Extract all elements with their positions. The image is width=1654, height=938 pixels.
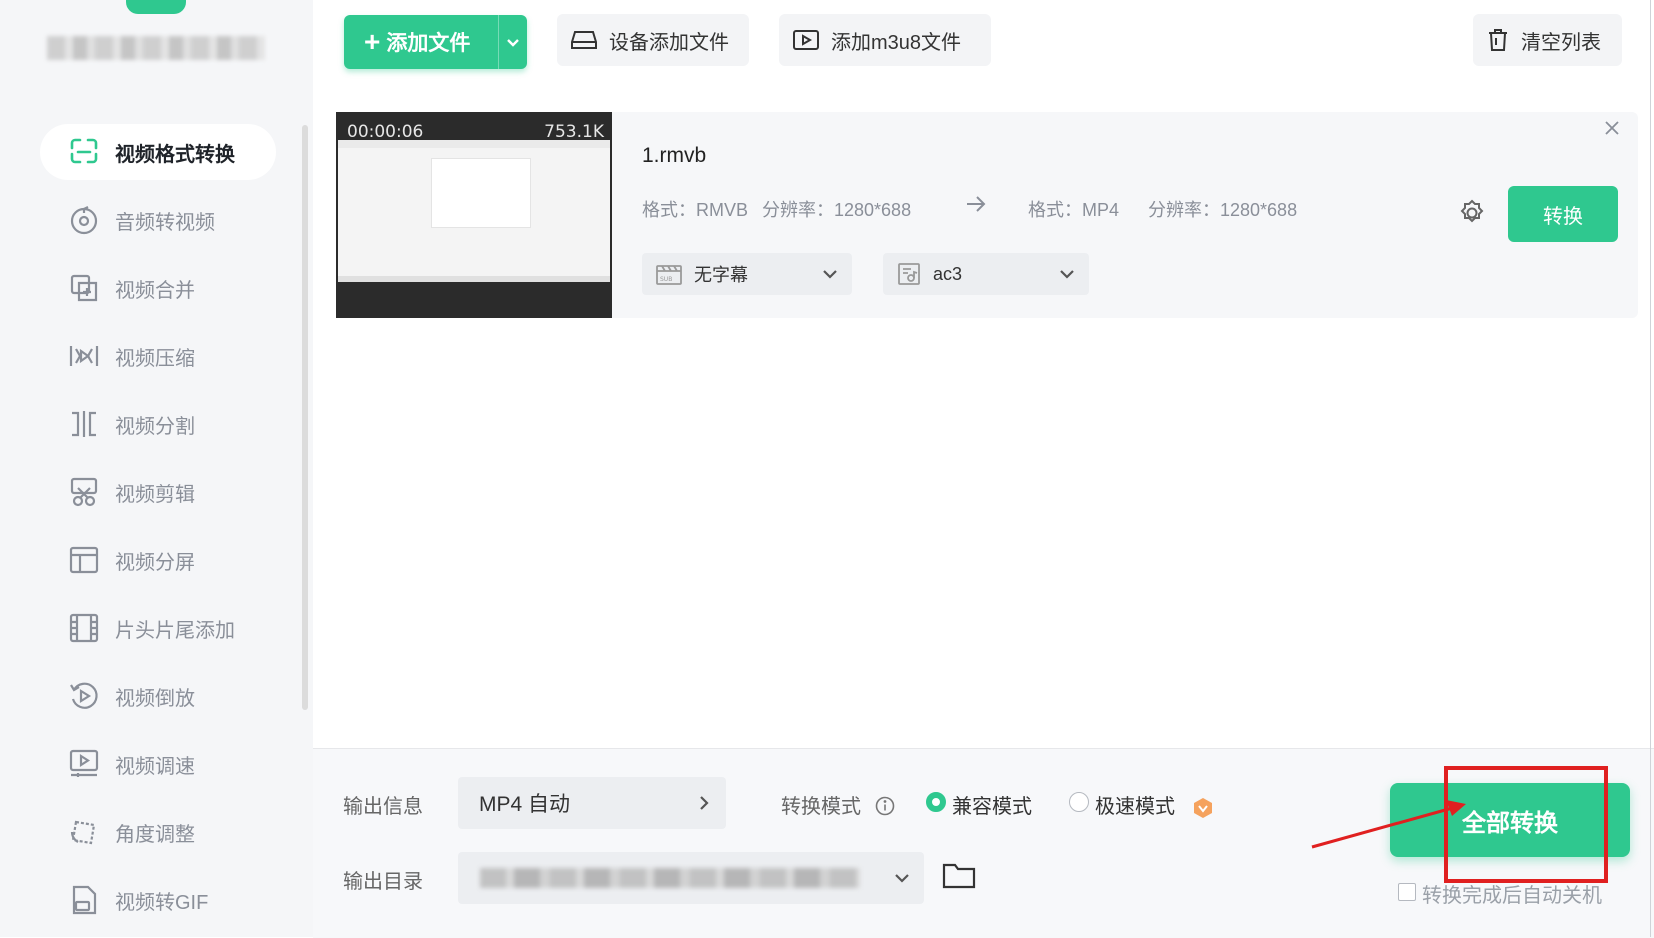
- add-file-label: 添加文件: [386, 32, 471, 55]
- scissors-icon: [67, 475, 101, 509]
- sidebar-item-label: 角度调整: [115, 823, 195, 846]
- sidebar-item-intro-outro[interactable]: 片头片尾添加: [40, 600, 276, 656]
- audio-track-value: ac3: [933, 263, 963, 284]
- sidebar-item-audio-to-video[interactable]: 音频转视频: [40, 192, 276, 248]
- output-dir-select[interactable]: [458, 852, 924, 904]
- vip-badge-icon: [1192, 797, 1214, 819]
- window-edge: [1650, 0, 1651, 937]
- arrow-right-icon: [965, 194, 987, 214]
- settings-gear-icon[interactable]: [1457, 198, 1487, 228]
- target-format: 格式：MP4: [1028, 200, 1120, 220]
- speed-icon: [67, 747, 101, 781]
- sidebar-item-edit[interactable]: 视频剪辑: [40, 464, 276, 520]
- sidebar-item-label: 片头片尾添加: [115, 619, 235, 642]
- sidebar-item-label: 视频分屏: [115, 551, 195, 574]
- add-m3u8-button[interactable]: 添加m3u8文件: [779, 14, 991, 66]
- add-m3u8-label: 添加m3u8文件: [831, 31, 962, 54]
- mode-fast-label[interactable]: 极速模式: [1095, 790, 1175, 819]
- sidebar-item-label: 视频调速: [115, 755, 195, 778]
- mode-compatible-radio[interactable]: [926, 792, 946, 812]
- merge-icon: [67, 271, 101, 305]
- plus-icon: +: [364, 26, 381, 57]
- sidebar-scrollbar[interactable]: [302, 125, 308, 710]
- sidebar-item-label: 视频合并: [115, 279, 195, 302]
- output-dir-label: 输出目录: [343, 871, 423, 893]
- audio-track-select[interactable]: ac3: [883, 253, 1089, 295]
- sidebar-item-label: 视频格式转换: [115, 143, 235, 166]
- highlight-arrow: [1311, 800, 1466, 849]
- output-format-select[interactable]: MP4 自动: [458, 777, 726, 829]
- clear-list-label: 清空列表: [1521, 31, 1601, 54]
- subtitle-select[interactable]: SUB 无字幕: [642, 253, 852, 295]
- target-resolution: 分辨率：1280*688: [1148, 200, 1298, 220]
- sidebar-item-label: 视频转GIF: [115, 891, 209, 914]
- close-icon: [1605, 121, 1619, 135]
- sidebar-item-label: 视频压缩: [115, 347, 195, 370]
- chevron-down-icon: [1060, 270, 1074, 279]
- sidebar-item-reverse[interactable]: 视频倒放: [40, 668, 276, 724]
- sidebar-item-gif[interactable]: 视频转GIF: [40, 872, 276, 928]
- svg-text:SUB: SUB: [660, 276, 672, 283]
- hard-drive-icon: [571, 29, 597, 51]
- sidebar-item-format-convert[interactable]: 视频格式转换: [40, 124, 276, 180]
- output-info-label: 输出信息: [343, 796, 423, 818]
- user-info-blurred: [47, 36, 265, 60]
- output-dir-path-blurred: [480, 868, 860, 888]
- format-convert-icon: [67, 135, 101, 169]
- chevron-right-icon: [700, 796, 709, 810]
- sidebar-item-compress[interactable]: 视频压缩: [40, 328, 276, 384]
- convert-button[interactable]: 转换: [1508, 186, 1618, 242]
- trash-icon: [1487, 28, 1509, 52]
- folder-icon[interactable]: [942, 860, 976, 890]
- add-file-dropdown[interactable]: [499, 15, 528, 69]
- video-play-icon: [793, 29, 819, 51]
- file-name: 1.rmvb: [642, 144, 707, 167]
- chevron-down-icon: [506, 39, 519, 47]
- sidebar-item-speed[interactable]: 视频调速: [40, 736, 276, 792]
- subtitle-icon: SUB: [656, 262, 682, 286]
- sidebar-item-merge[interactable]: 视频合并: [40, 260, 276, 316]
- app-logo: [126, 0, 186, 14]
- video-duration: 00:00:06: [347, 122, 424, 142]
- gif-icon: [67, 883, 101, 917]
- sidebar-item-label: 音频转视频: [115, 211, 215, 234]
- video-thumbnail[interactable]: 00:00:06 753.1K: [336, 112, 612, 318]
- remove-file-button[interactable]: [1603, 119, 1627, 143]
- chevron-down-icon: [823, 270, 837, 279]
- video-size: 753.1K: [544, 122, 604, 142]
- auto-shutdown-checkbox[interactable]: [1398, 883, 1416, 901]
- split-icon: [67, 407, 101, 441]
- mode-compatible-label[interactable]: 兼容模式: [952, 790, 1032, 819]
- sidebar-item-split-screen[interactable]: 视频分屏: [40, 532, 276, 588]
- chevron-down-icon: [895, 874, 909, 883]
- add-file-button[interactable]: + 添加文件: [344, 15, 527, 69]
- device-add-file-label: 设备添加文件: [609, 31, 729, 54]
- sidebar-item-rotate[interactable]: 角度调整: [40, 804, 276, 860]
- clear-list-button[interactable]: 清空列表: [1473, 14, 1622, 66]
- film-icon: [67, 611, 101, 645]
- output-format-value: MP4 自动: [479, 793, 571, 816]
- sidebar-item-label: 视频倒放: [115, 687, 195, 710]
- mode-fast-radio[interactable]: [1069, 792, 1089, 812]
- sidebar-item-label: 视频分割: [115, 415, 195, 438]
- sidebar-item-label: 视频剪辑: [115, 483, 195, 506]
- audio-to-video-icon: [67, 203, 101, 237]
- source-format: 格式：RMVB: [642, 200, 749, 220]
- info-icon[interactable]: [875, 796, 895, 816]
- device-add-file-button[interactable]: 设备添加文件: [557, 14, 749, 66]
- sidebar-item-split[interactable]: 视频分割: [40, 396, 276, 452]
- convert-mode-label: 转换模式: [781, 796, 861, 818]
- sidebar: 视频格式转换 音频转视频 视频合并 视频压缩 视频分割 视频剪辑 视频分屏 片头…: [0, 0, 313, 937]
- reverse-icon: [67, 679, 101, 713]
- audio-track-icon: [897, 262, 921, 286]
- compress-icon: [67, 339, 101, 373]
- split-screen-icon: [67, 543, 101, 577]
- rotate-icon: [67, 815, 101, 849]
- auto-shutdown-label[interactable]: 转换完成后自动关机: [1422, 879, 1602, 908]
- source-resolution: 分辨率：1280*688: [762, 200, 912, 220]
- file-item-card: 00:00:06 753.1K 1.rmvb 格式：RMVB 分辨率：1280*…: [336, 112, 1638, 318]
- subtitle-value: 无字幕: [694, 265, 748, 285]
